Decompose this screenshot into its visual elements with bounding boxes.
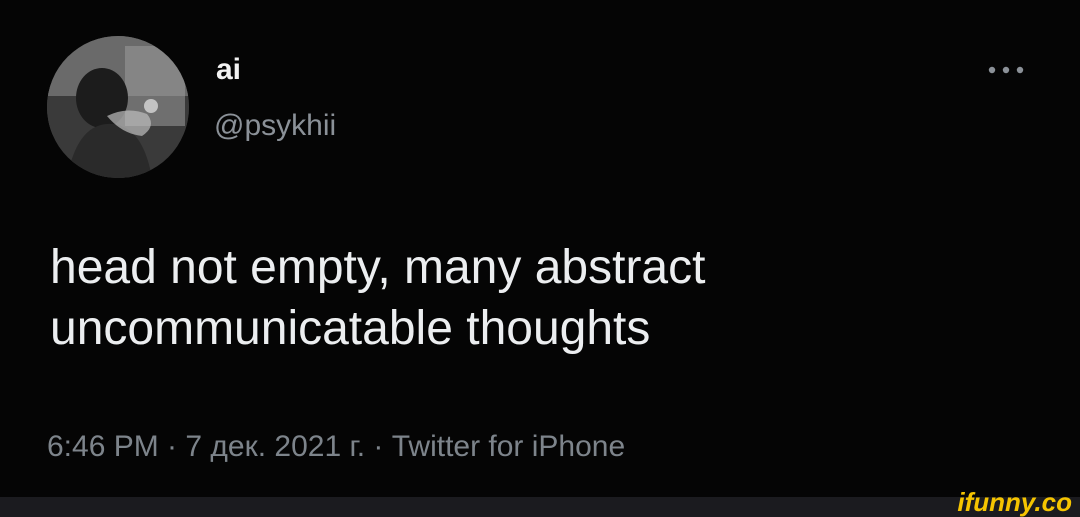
tweet-card: ai @psykhii head not empty, many abstrac… — [0, 0, 1080, 497]
profile-photo-icon — [47, 36, 189, 178]
user-handle[interactable]: @psykhii — [214, 111, 336, 141]
tweet-text-line: head not empty, many abstract — [50, 241, 706, 294]
ifunny-watermark: ifunny.co — [957, 487, 1072, 517]
tweet-text-line: uncommunicatable thoughts — [50, 302, 651, 355]
avatar[interactable] — [47, 36, 189, 178]
footer-bar — [0, 497, 1080, 517]
ellipsis-icon[interactable] — [984, 60, 1028, 80]
tweet-timestamp[interactable]: 6:46 PM · 7 дек. 2021 г. · Twitter for i… — [47, 432, 625, 462]
tweet-text: head not empty, many abstract uncommunic… — [50, 237, 1030, 359]
display-name[interactable]: ai — [216, 55, 241, 85]
